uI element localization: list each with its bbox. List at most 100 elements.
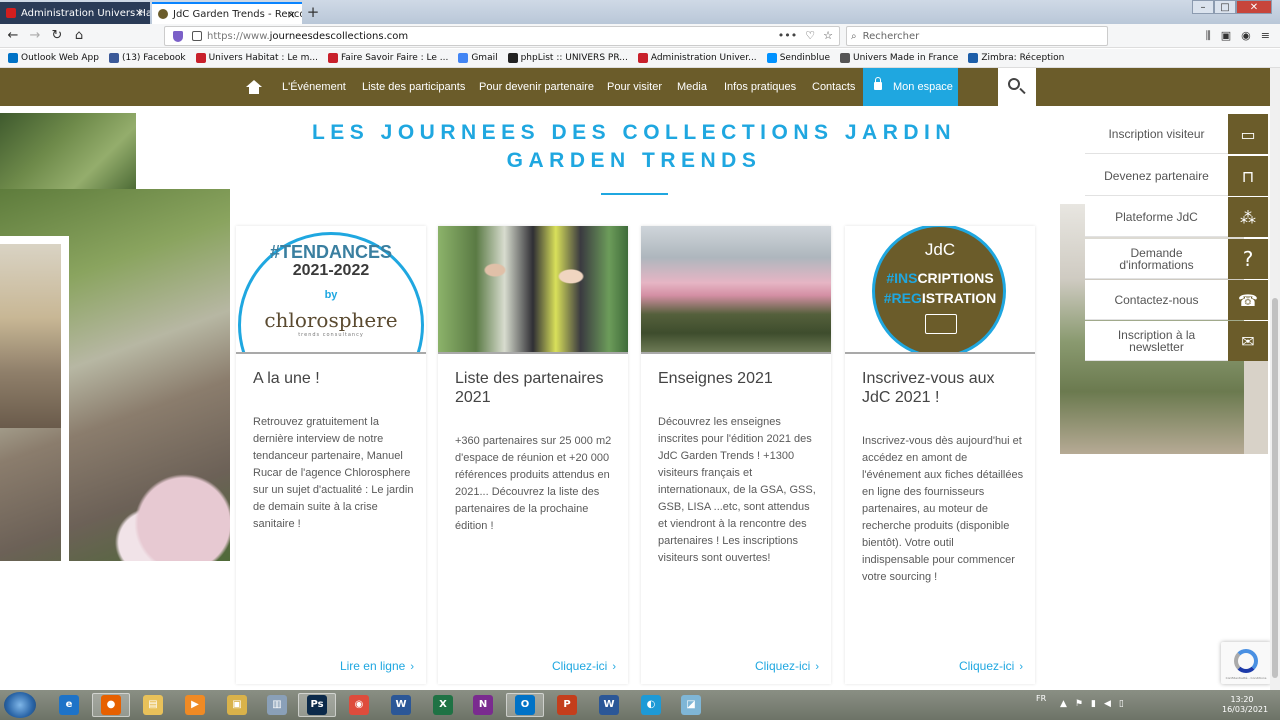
start-button[interactable] bbox=[4, 692, 36, 718]
card-title: Liste des partenaires 2021 bbox=[455, 370, 604, 406]
bookmark-item[interactable]: (13) Facebook bbox=[108, 53, 186, 63]
menu-item-contacts[interactable]: Contacts bbox=[812, 68, 855, 106]
home-icon[interactable] bbox=[246, 80, 262, 94]
stand-icon: ⊓ bbox=[1228, 156, 1268, 196]
menu-item-partenaire[interactable]: Pour devenir partenaire bbox=[479, 68, 594, 106]
menu-item-infos[interactable]: Infos pratiques bbox=[724, 68, 796, 106]
network-tray-icon[interactable]: ▮ bbox=[1091, 699, 1096, 709]
taskbar-onenote-icon[interactable]: N bbox=[464, 693, 502, 717]
site-search-button[interactable] bbox=[998, 68, 1036, 106]
scrollbar-thumb[interactable] bbox=[1272, 298, 1278, 678]
taskbar-media-icon[interactable]: ▶ bbox=[176, 693, 214, 717]
mon-espace-button[interactable]: Mon espace bbox=[863, 68, 958, 106]
menu-item-media[interactable]: Media bbox=[677, 68, 707, 106]
menu-item-participants[interactable]: Liste des participants bbox=[362, 68, 465, 106]
taskbar-documents-icon[interactable]: ▥ bbox=[258, 693, 296, 717]
tab-favicon-icon bbox=[6, 8, 16, 18]
close-window-button[interactable]: ✕ bbox=[1236, 0, 1272, 14]
network-icon: ⁂ bbox=[1228, 197, 1268, 237]
recaptcha-badge[interactable]: Confidentialité - Conditions bbox=[1221, 642, 1271, 684]
tendances-hashtag: #TENDANCES bbox=[269, 242, 393, 262]
back-arrow-icon[interactable]: ← bbox=[4, 27, 22, 45]
page-actions-icon[interactable]: ••• bbox=[778, 29, 797, 42]
cliquez-ici-link[interactable]: Cliquez-ici › bbox=[959, 659, 1023, 673]
side-label: Inscription à la newsletter bbox=[1117, 328, 1196, 354]
taskbar-firefox-icon[interactable]: ● bbox=[92, 693, 130, 717]
reload-icon[interactable]: ↻ bbox=[48, 27, 66, 45]
cliquez-ici-link[interactable]: Cliquez-ici › bbox=[552, 659, 616, 673]
bookmark-label: Sendinblue bbox=[779, 53, 831, 63]
bookmark-favicon-icon bbox=[8, 53, 18, 63]
maximize-button[interactable]: □ bbox=[1214, 0, 1236, 14]
cliquez-ici-link[interactable]: Cliquez-ici › bbox=[755, 659, 819, 673]
close-tab-icon[interactable]: × bbox=[135, 6, 144, 19]
taskbar-excel-icon[interactable]: X bbox=[424, 693, 462, 717]
taskbar-word-icon[interactable]: W bbox=[590, 693, 628, 717]
bookmark-label: Faire Savoir Faire : Le ... bbox=[340, 53, 449, 63]
side-inscription-visiteur[interactable]: Inscription visiteur ▭ bbox=[1085, 114, 1268, 154]
bookmark-item[interactable]: Zimbra: Réception bbox=[968, 53, 1064, 63]
tab-administration[interactable]: Administration Univers Habitat × bbox=[0, 2, 150, 24]
library-icon[interactable]: ⫼ bbox=[1206, 29, 1211, 43]
menu-item-visiter[interactable]: Pour visiter bbox=[607, 68, 662, 106]
side-contactez-nous[interactable]: Contactez-nous ☎ bbox=[1085, 280, 1268, 320]
bookmark-item[interactable]: Sendinblue bbox=[766, 53, 831, 63]
card-image-enseignes[interactable] bbox=[641, 226, 831, 352]
address-bar[interactable]: https://www. journeesdescollections.com •… bbox=[164, 26, 840, 46]
pocket-icon[interactable]: ♡ bbox=[805, 29, 815, 42]
chevron-right-icon: › bbox=[612, 661, 616, 673]
taskbar-photoshop-icon[interactable]: Ps bbox=[298, 693, 336, 717]
taskbar-archive-icon[interactable]: ▣ bbox=[218, 693, 256, 717]
card-inscrivez-vous[interactable]: JdC #INSCRIPTIONS #REGISTRATION Inscrive… bbox=[845, 226, 1035, 684]
card-image-tendances[interactable]: #TENDANCES 2021-2022 by chlorosphere tre… bbox=[236, 226, 426, 352]
bookmark-item[interactable]: Gmail bbox=[458, 53, 498, 63]
taskbar-ie-icon[interactable]: e bbox=[50, 693, 88, 717]
taskbar-word-old-icon[interactable]: W bbox=[382, 693, 420, 717]
bookmark-star-icon[interactable]: ☆ bbox=[823, 29, 833, 42]
home-icon[interactable]: ⌂ bbox=[70, 27, 88, 45]
card-image-partners[interactable] bbox=[438, 226, 628, 352]
lock-icon[interactable] bbox=[192, 31, 202, 41]
taskbar-outlook-icon[interactable]: O bbox=[506, 693, 544, 717]
taskbar-clock[interactable]: 13:20 16/03/2021 bbox=[1222, 695, 1268, 715]
side-demande-informations[interactable]: Demande d'informations ? bbox=[1085, 239, 1268, 279]
bookmark-item[interactable]: Faire Savoir Faire : Le ... bbox=[327, 53, 449, 63]
minimize-button[interactable]: – bbox=[1192, 0, 1214, 14]
card-liste-partenaires[interactable]: Liste des partenaires 2021 +360 partenai… bbox=[438, 226, 628, 684]
bookmark-item[interactable]: Univers Habitat : Le m... bbox=[195, 53, 318, 63]
side-plateforme-jdc[interactable]: Plateforme JdC ⁂ bbox=[1085, 197, 1268, 237]
card-a-la-une[interactable]: #TENDANCES 2021-2022 by chlorosphere tre… bbox=[236, 226, 426, 684]
taskbar-notes-icon[interactable]: ◪ bbox=[672, 693, 710, 717]
language-indicator[interactable]: FR bbox=[1036, 694, 1046, 703]
search-input[interactable]: ⌕ Rechercher bbox=[846, 26, 1108, 46]
side-devenez-partenaire[interactable]: Devenez partenaire ⊓ bbox=[1085, 156, 1268, 196]
tracking-shield-icon[interactable] bbox=[173, 30, 183, 42]
account-icon[interactable]: ◉ bbox=[1241, 29, 1251, 43]
flag-icon[interactable]: ⚑ bbox=[1075, 699, 1083, 709]
garden-photo-top-left bbox=[0, 113, 136, 189]
bookmark-item[interactable]: Administration Univer... bbox=[637, 53, 757, 63]
sidebar-icon[interactable]: ▣ bbox=[1221, 29, 1231, 43]
volume-icon[interactable]: ◀ bbox=[1104, 699, 1111, 709]
close-tab-icon[interactable]: × bbox=[287, 8, 296, 21]
card-enseignes[interactable]: Enseignes 2021 Découvrez les enseignes i… bbox=[641, 226, 831, 684]
bookmark-item[interactable]: phpList :: UNIVERS PR... bbox=[507, 53, 628, 63]
bookmark-item[interactable]: Outlook Web App bbox=[8, 53, 99, 63]
menu-item-evenement[interactable]: L'Événement bbox=[282, 68, 346, 106]
side-newsletter[interactable]: Inscription à la newsletter ✉ bbox=[1085, 321, 1268, 361]
taskbar-explorer-icon[interactable]: ▤ bbox=[134, 693, 172, 717]
page-title-line2: GARDEN TRENDS bbox=[506, 149, 762, 172]
forward-arrow-icon[interactable]: → bbox=[26, 27, 44, 45]
taskbar-powerpoint-icon[interactable]: P bbox=[548, 693, 586, 717]
new-tab-button[interactable]: + bbox=[304, 3, 322, 21]
card-image-inscriptions[interactable]: JdC #INSCRIPTIONS #REGISTRATION bbox=[845, 226, 1035, 352]
battery-icon[interactable]: ▯ bbox=[1119, 699, 1124, 709]
bookmark-item[interactable]: Univers Made in France bbox=[840, 53, 958, 63]
tab-jdc-garden-trends[interactable]: JdC Garden Trends - Rencontre × bbox=[152, 2, 302, 24]
tray-arrow-icon[interactable]: ▲ bbox=[1060, 699, 1067, 709]
page-scrollbar[interactable] bbox=[1270, 68, 1280, 690]
taskbar-edge-icon[interactable]: ◐ bbox=[632, 693, 670, 717]
menu-icon[interactable]: ≡ bbox=[1261, 29, 1270, 43]
lire-en-ligne-link[interactable]: Lire en ligne › bbox=[340, 659, 414, 673]
taskbar-chrome-icon[interactable]: ◉ bbox=[340, 693, 378, 717]
